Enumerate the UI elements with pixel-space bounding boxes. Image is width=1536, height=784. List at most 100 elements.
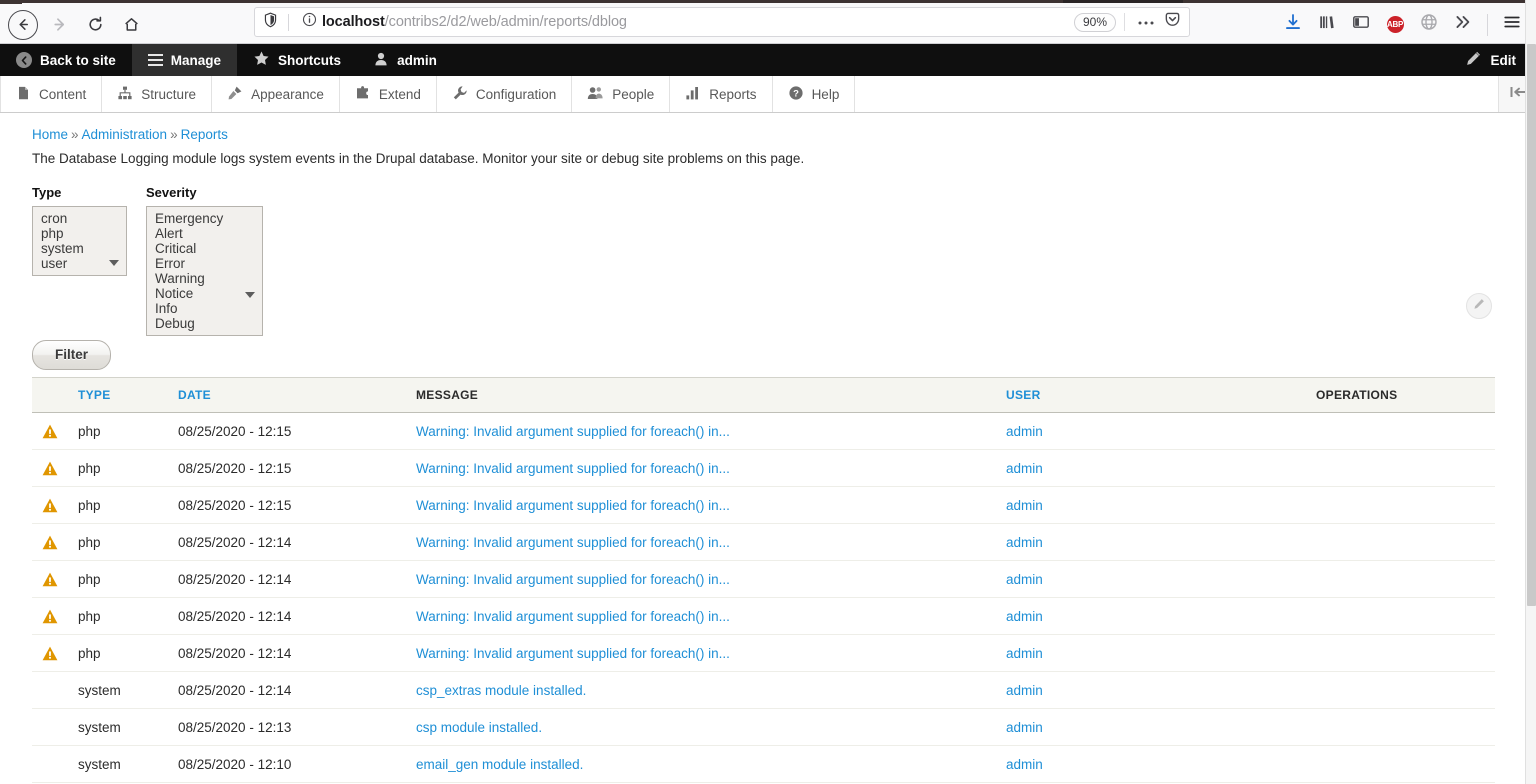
severity-option[interactable]: Critical [147,241,262,256]
menu-item-configuration[interactable]: Configuration [437,76,572,112]
contextual-links-button[interactable] [1466,293,1492,319]
app-menu-button[interactable] [1496,9,1528,41]
severity-option[interactable]: Emergency [147,211,262,226]
cell-type: system [78,746,178,783]
message-link[interactable]: Warning: Invalid argument supplied for f… [416,572,730,587]
message-link[interactable]: Warning: Invalid argument supplied for f… [416,498,730,513]
menu-item-appearance[interactable]: Appearance [212,76,340,112]
message-link[interactable]: csp_extras module installed. [416,683,586,698]
cell-user: admin [1006,450,1316,487]
page-actions-button[interactable] [1133,9,1159,35]
library-button[interactable] [1311,9,1343,41]
table-header: TYPE DATE MESSAGE USER OPERATIONS [32,378,1495,413]
type-option[interactable]: php [33,226,126,241]
cell-user: admin [1006,524,1316,561]
cell-date: 08/25/2020 - 12:14 [178,598,416,635]
breadcrumb-separator: » [170,127,178,142]
breadcrumb-item-reports[interactable]: Reports [181,127,228,142]
user-link[interactable]: admin [1006,683,1043,698]
filter-group-severity: Severity Emergency Alert Critical Error … [146,185,263,336]
table-row: php08/25/2020 - 12:14Warning: Invalid ar… [32,524,1495,561]
cell-date: 08/25/2020 - 12:13 [178,709,416,746]
message-link[interactable]: Warning: Invalid argument supplied for f… [416,424,730,439]
vertical-scrollbar[interactable] [1525,0,1536,784]
toolbar-item-admin-user[interactable]: admin [357,44,453,76]
message-link[interactable]: Warning: Invalid argument supplied for f… [416,535,730,550]
warning-triangle-icon [42,646,58,661]
scroll-down-triangle-icon[interactable] [109,260,119,266]
menu-item-people[interactable]: People [572,76,670,112]
menu-item-extend[interactable]: Extend [340,76,437,112]
toolbar-item-shortcuts[interactable]: Shortcuts [237,44,357,76]
zoom-level-indicator[interactable]: 90% [1074,13,1116,32]
message-link[interactable]: Warning: Invalid argument supplied for f… [416,646,730,661]
globe-button[interactable] [1413,9,1445,41]
site-identity[interactable] [263,12,317,33]
user-link[interactable]: admin [1006,424,1043,439]
type-listbox[interactable]: cron php system user [32,206,127,276]
breadcrumb-separator: » [71,127,79,142]
message-link[interactable]: email_gen module installed. [416,757,583,772]
back-button[interactable] [6,8,40,42]
address-bar[interactable]: localhost/contribs2/d2/web/admin/reports… [254,7,1190,37]
breadcrumb-item-home[interactable]: Home [32,127,68,142]
severity-listbox[interactable]: Emergency Alert Critical Error Warning N… [146,206,263,336]
table-row: php08/25/2020 - 12:14Warning: Invalid ar… [32,598,1495,635]
user-link[interactable]: admin [1006,572,1043,587]
adblock-plus-button[interactable]: ABP [1379,9,1411,41]
column-header-type[interactable]: TYPE [78,378,178,413]
menu-item-help[interactable]: ? Help [773,76,856,112]
cell-user: admin [1006,709,1316,746]
breadcrumb-item-administration[interactable]: Administration [82,127,168,142]
warning-triangle-icon [42,572,58,587]
bar-chart-icon [685,85,701,104]
menu-item-reports[interactable]: Reports [670,76,772,112]
toolbar-item-back-to-site[interactable]: Back to site [0,44,132,76]
menu-item-label: Appearance [251,87,324,102]
severity-option[interactable]: Debug [147,316,262,331]
scroll-down-triangle-icon[interactable] [245,292,255,298]
home-button[interactable] [114,8,148,42]
cell-type: php [78,598,178,635]
filter-label-severity: Severity [146,185,263,200]
info-circle-icon[interactable] [302,12,317,32]
severity-option[interactable]: Error [147,256,262,271]
toolbar-item-manage[interactable]: Manage [132,44,237,76]
pocket-button[interactable] [1159,9,1185,35]
menu-item-structure[interactable]: Structure [102,76,212,112]
cell-date: 08/25/2020 - 12:15 [178,413,416,450]
user-link[interactable]: admin [1006,461,1043,476]
severity-option[interactable]: Info [147,301,262,316]
hamburger-menu-icon [1503,13,1521,36]
overflow-button[interactable] [1447,9,1479,41]
user-link[interactable]: admin [1006,646,1043,661]
reload-button[interactable] [78,8,112,42]
severity-option[interactable]: Warning [147,271,262,286]
user-link[interactable]: admin [1006,609,1043,624]
sidebar-button[interactable] [1345,9,1377,41]
scrollbar-thumb[interactable] [1527,44,1536,606]
user-icon [373,51,389,70]
cell-date: 08/25/2020 - 12:14 [178,672,416,709]
downloads-button[interactable] [1277,9,1309,41]
message-link[interactable]: Warning: Invalid argument supplied for f… [416,609,730,624]
cell-severity-icon [32,746,78,783]
column-header-user[interactable]: USER [1006,378,1316,413]
forward-button[interactable] [42,8,76,42]
severity-option[interactable]: Alert [147,226,262,241]
type-option[interactable]: cron [33,211,126,226]
user-link[interactable]: admin [1006,498,1043,513]
filter-submit-button[interactable]: Filter [32,340,111,370]
menu-item-content[interactable]: Content [0,76,102,112]
user-link[interactable]: admin [1006,720,1043,735]
type-option[interactable]: system [33,241,126,256]
user-link[interactable]: admin [1006,535,1043,550]
message-link[interactable]: csp module installed. [416,720,542,735]
shield-icon[interactable] [263,12,278,33]
toolbar-item-label: Shortcuts [278,53,341,68]
message-link[interactable]: Warning: Invalid argument supplied for f… [416,461,730,476]
cell-message: Warning: Invalid argument supplied for f… [416,598,1006,635]
column-header-date[interactable]: DATE [178,378,416,413]
menu-item-label: Extend [379,87,421,102]
user-link[interactable]: admin [1006,757,1043,772]
